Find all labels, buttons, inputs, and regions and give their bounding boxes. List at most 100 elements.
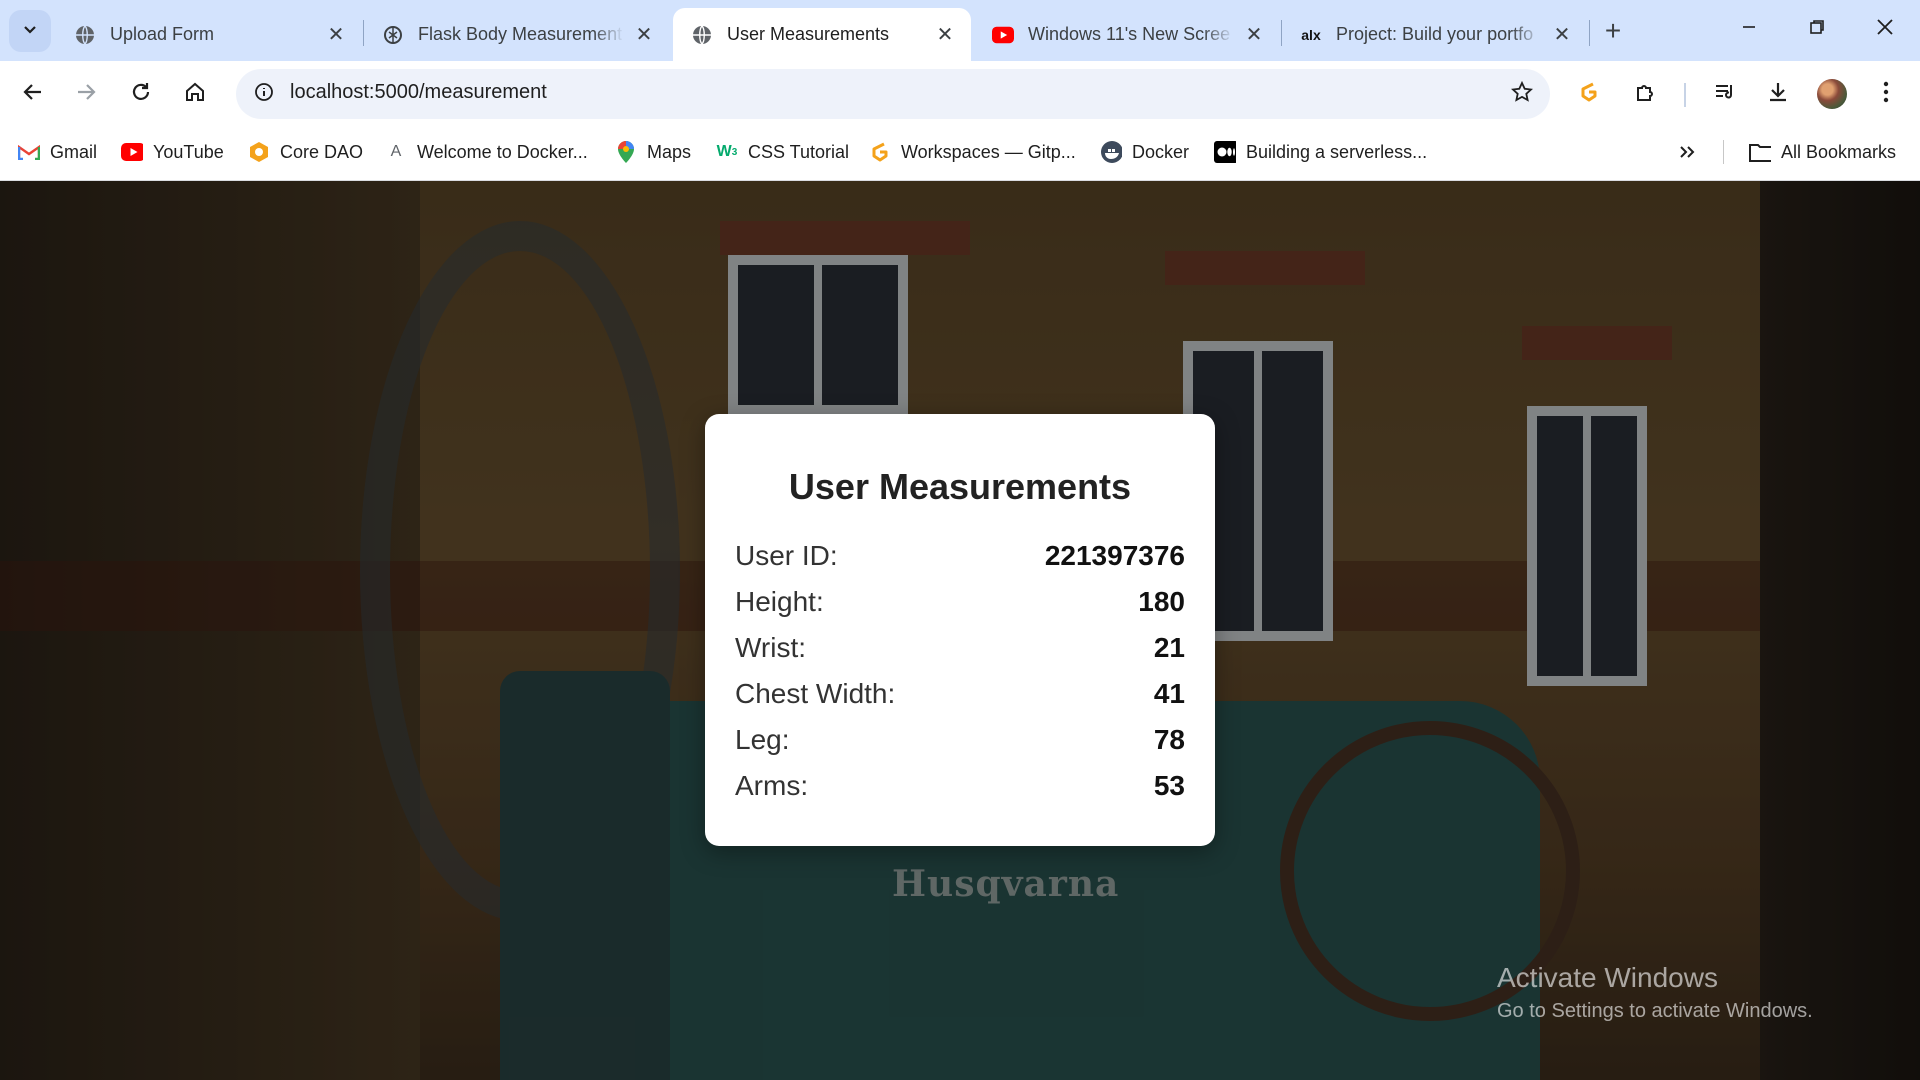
youtube-icon — [992, 24, 1014, 46]
address-bar[interactable]: localhost:5000/measurement — [236, 69, 1550, 119]
bookmark-label: Workspaces — Gitp... — [901, 141, 1076, 162]
bookmark-css-tutorial[interactable]: W3 CSS Tutorial — [716, 137, 849, 167]
gitpod-extension-button[interactable] — [1569, 74, 1609, 114]
bookmark-label: Building a serverless... — [1246, 141, 1428, 162]
youtube-icon — [121, 141, 143, 163]
bookmark-label: Core DAO — [280, 141, 364, 162]
bookmark-docker[interactable]: Docker — [1100, 137, 1189, 167]
measurement-value: 41 — [1153, 678, 1185, 709]
close-icon[interactable]: ✕ — [324, 23, 348, 47]
page-title: User Measurements — [788, 466, 1132, 507]
bookmark-label: YouTube — [153, 141, 224, 162]
measurement-value: 78 — [1153, 724, 1185, 755]
site-info-button[interactable] — [246, 76, 282, 112]
measurements-card: User Measurements User ID: 221397376 Hei… — [705, 414, 1215, 846]
measurement-value: 180 — [1138, 586, 1185, 617]
gitpod-icon — [869, 141, 891, 163]
measurement-label: Arms: — [735, 770, 809, 801]
plus-icon: + — [1604, 15, 1622, 46]
minimize-button[interactable] — [1716, 0, 1782, 58]
new-tab-button[interactable]: + — [1596, 14, 1630, 48]
tab-upload-form[interactable]: Upload Form ✕ — [56, 8, 362, 61]
globe-icon — [74, 24, 96, 46]
more-vert-icon — [1883, 81, 1889, 108]
tab-windows-11-video[interactable]: Windows 11's New Scree ✕ — [974, 8, 1280, 61]
toolbar-divider — [1684, 83, 1686, 107]
close-icon[interactable]: ✕ — [1550, 23, 1574, 47]
puzzle-icon — [1634, 80, 1658, 109]
chevron-down-icon — [22, 21, 38, 42]
forward-button[interactable] — [66, 74, 106, 114]
measurement-row-chest-width: Chest Width: 41 — [735, 671, 1185, 717]
measurement-row-wrist: Wrist: 21 — [735, 625, 1185, 671]
bookmarks-divider — [1723, 140, 1724, 164]
tab-title: Windows 11's New Scree — [1028, 24, 1231, 44]
arrow-right-icon — [75, 81, 97, 108]
bookmark-gmail[interactable]: Gmail — [18, 137, 97, 167]
download-icon — [1766, 80, 1790, 109]
downloads-button[interactable] — [1758, 74, 1798, 114]
gmail-icon — [18, 141, 40, 163]
tab-title: User Measurements — [727, 24, 890, 44]
home-button[interactable] — [175, 74, 215, 114]
reload-button[interactable] — [121, 74, 161, 114]
arrow-left-icon — [22, 81, 44, 108]
close-icon[interactable]: ✕ — [1242, 23, 1266, 47]
bookmark-welcome-to-docker[interactable]: A Welcome to Docker... — [385, 137, 588, 167]
chatgpt-icon — [382, 24, 404, 46]
bookmark-star-button[interactable] — [1506, 78, 1538, 110]
bookmark-workspaces-gitpod[interactable]: Workspaces — Gitp... — [869, 137, 1076, 167]
close-icon[interactable]: ✕ — [632, 23, 656, 47]
minimize-icon — [1741, 19, 1757, 40]
measurement-label: User ID: — [735, 540, 838, 571]
docker-icon — [1100, 141, 1122, 163]
measurement-label: Leg: — [735, 724, 790, 755]
tab-search-button[interactable] — [9, 10, 51, 52]
tab-alx-project[interactable]: alx Project: Build your portfo ✕ — [1282, 8, 1588, 61]
profile-avatar[interactable] — [1817, 79, 1847, 109]
measurement-row-arms: Arms: 53 — [735, 763, 1185, 809]
measurement-value: 21 — [1153, 632, 1185, 663]
bookmark-label: Welcome to Docker... — [417, 141, 588, 162]
close-icon[interactable]: ✕ — [933, 23, 957, 47]
tab-title: Upload Form — [110, 24, 215, 44]
gitpod-icon — [1577, 80, 1601, 109]
bookmark-core-dao[interactable]: Core DAO — [248, 137, 363, 167]
browser-toolbar: localhost:5000/measurement — [0, 61, 1920, 127]
more-bookmarks-button[interactable] — [1676, 137, 1708, 167]
tab-user-measurements[interactable]: User Measurements ✕ — [673, 8, 971, 61]
all-bookmarks-button[interactable]: All Bookmarks — [1749, 137, 1896, 167]
tab-title: Project: Build your portfo — [1336, 24, 1534, 44]
measurement-label: Wrist: — [735, 632, 807, 663]
restore-button[interactable] — [1784, 0, 1850, 58]
bookmark-building-serverless[interactable]: Building a serverless... — [1214, 137, 1427, 167]
reload-icon — [130, 81, 152, 108]
tab-flask-body-measurement[interactable]: Flask Body Measurement ✕ — [364, 8, 670, 61]
menu-button[interactable] — [1866, 74, 1906, 114]
alx-icon: alx — [1301, 26, 1321, 43]
star-icon — [1510, 80, 1534, 108]
media-controls-button[interactable] — [1705, 74, 1745, 114]
back-button[interactable] — [13, 74, 53, 114]
info-icon — [254, 82, 274, 107]
bookmark-label: Maps — [647, 141, 692, 162]
tab-strip: Upload Form ✕ Flask Body Measurement ✕ U… — [0, 0, 1920, 61]
all-bookmarks-label: All Bookmarks — [1781, 141, 1897, 162]
maps-pin-icon — [615, 141, 637, 163]
windows-activation-watermark: Activate Windows Go to Settings to activ… — [1497, 962, 1813, 1023]
measurement-row-user-id: User ID: 221397376 — [735, 533, 1185, 579]
coredao-icon — [248, 141, 270, 163]
bookmark-label: CSS Tutorial — [748, 141, 850, 162]
activation-subtitle: Go to Settings to activate Windows. — [1497, 1000, 1813, 1022]
url-text[interactable]: localhost:5000/measurement — [290, 81, 547, 104]
close-window-button[interactable] — [1852, 0, 1918, 58]
measurement-value: 53 — [1153, 770, 1185, 801]
bookmark-label: Gmail — [50, 141, 98, 162]
bookmark-youtube[interactable]: YouTube — [121, 137, 224, 167]
measurement-label: Chest Width: — [735, 678, 896, 709]
bookmarks-bar: Gmail YouTube Core DAO A Welcome to Dock… — [0, 127, 1920, 181]
tab-title: Flask Body Measurement — [418, 24, 623, 44]
bookmark-maps[interactable]: Maps — [615, 137, 691, 167]
extensions-button[interactable] — [1626, 74, 1666, 114]
w3schools-icon: W3 — [716, 143, 738, 160]
